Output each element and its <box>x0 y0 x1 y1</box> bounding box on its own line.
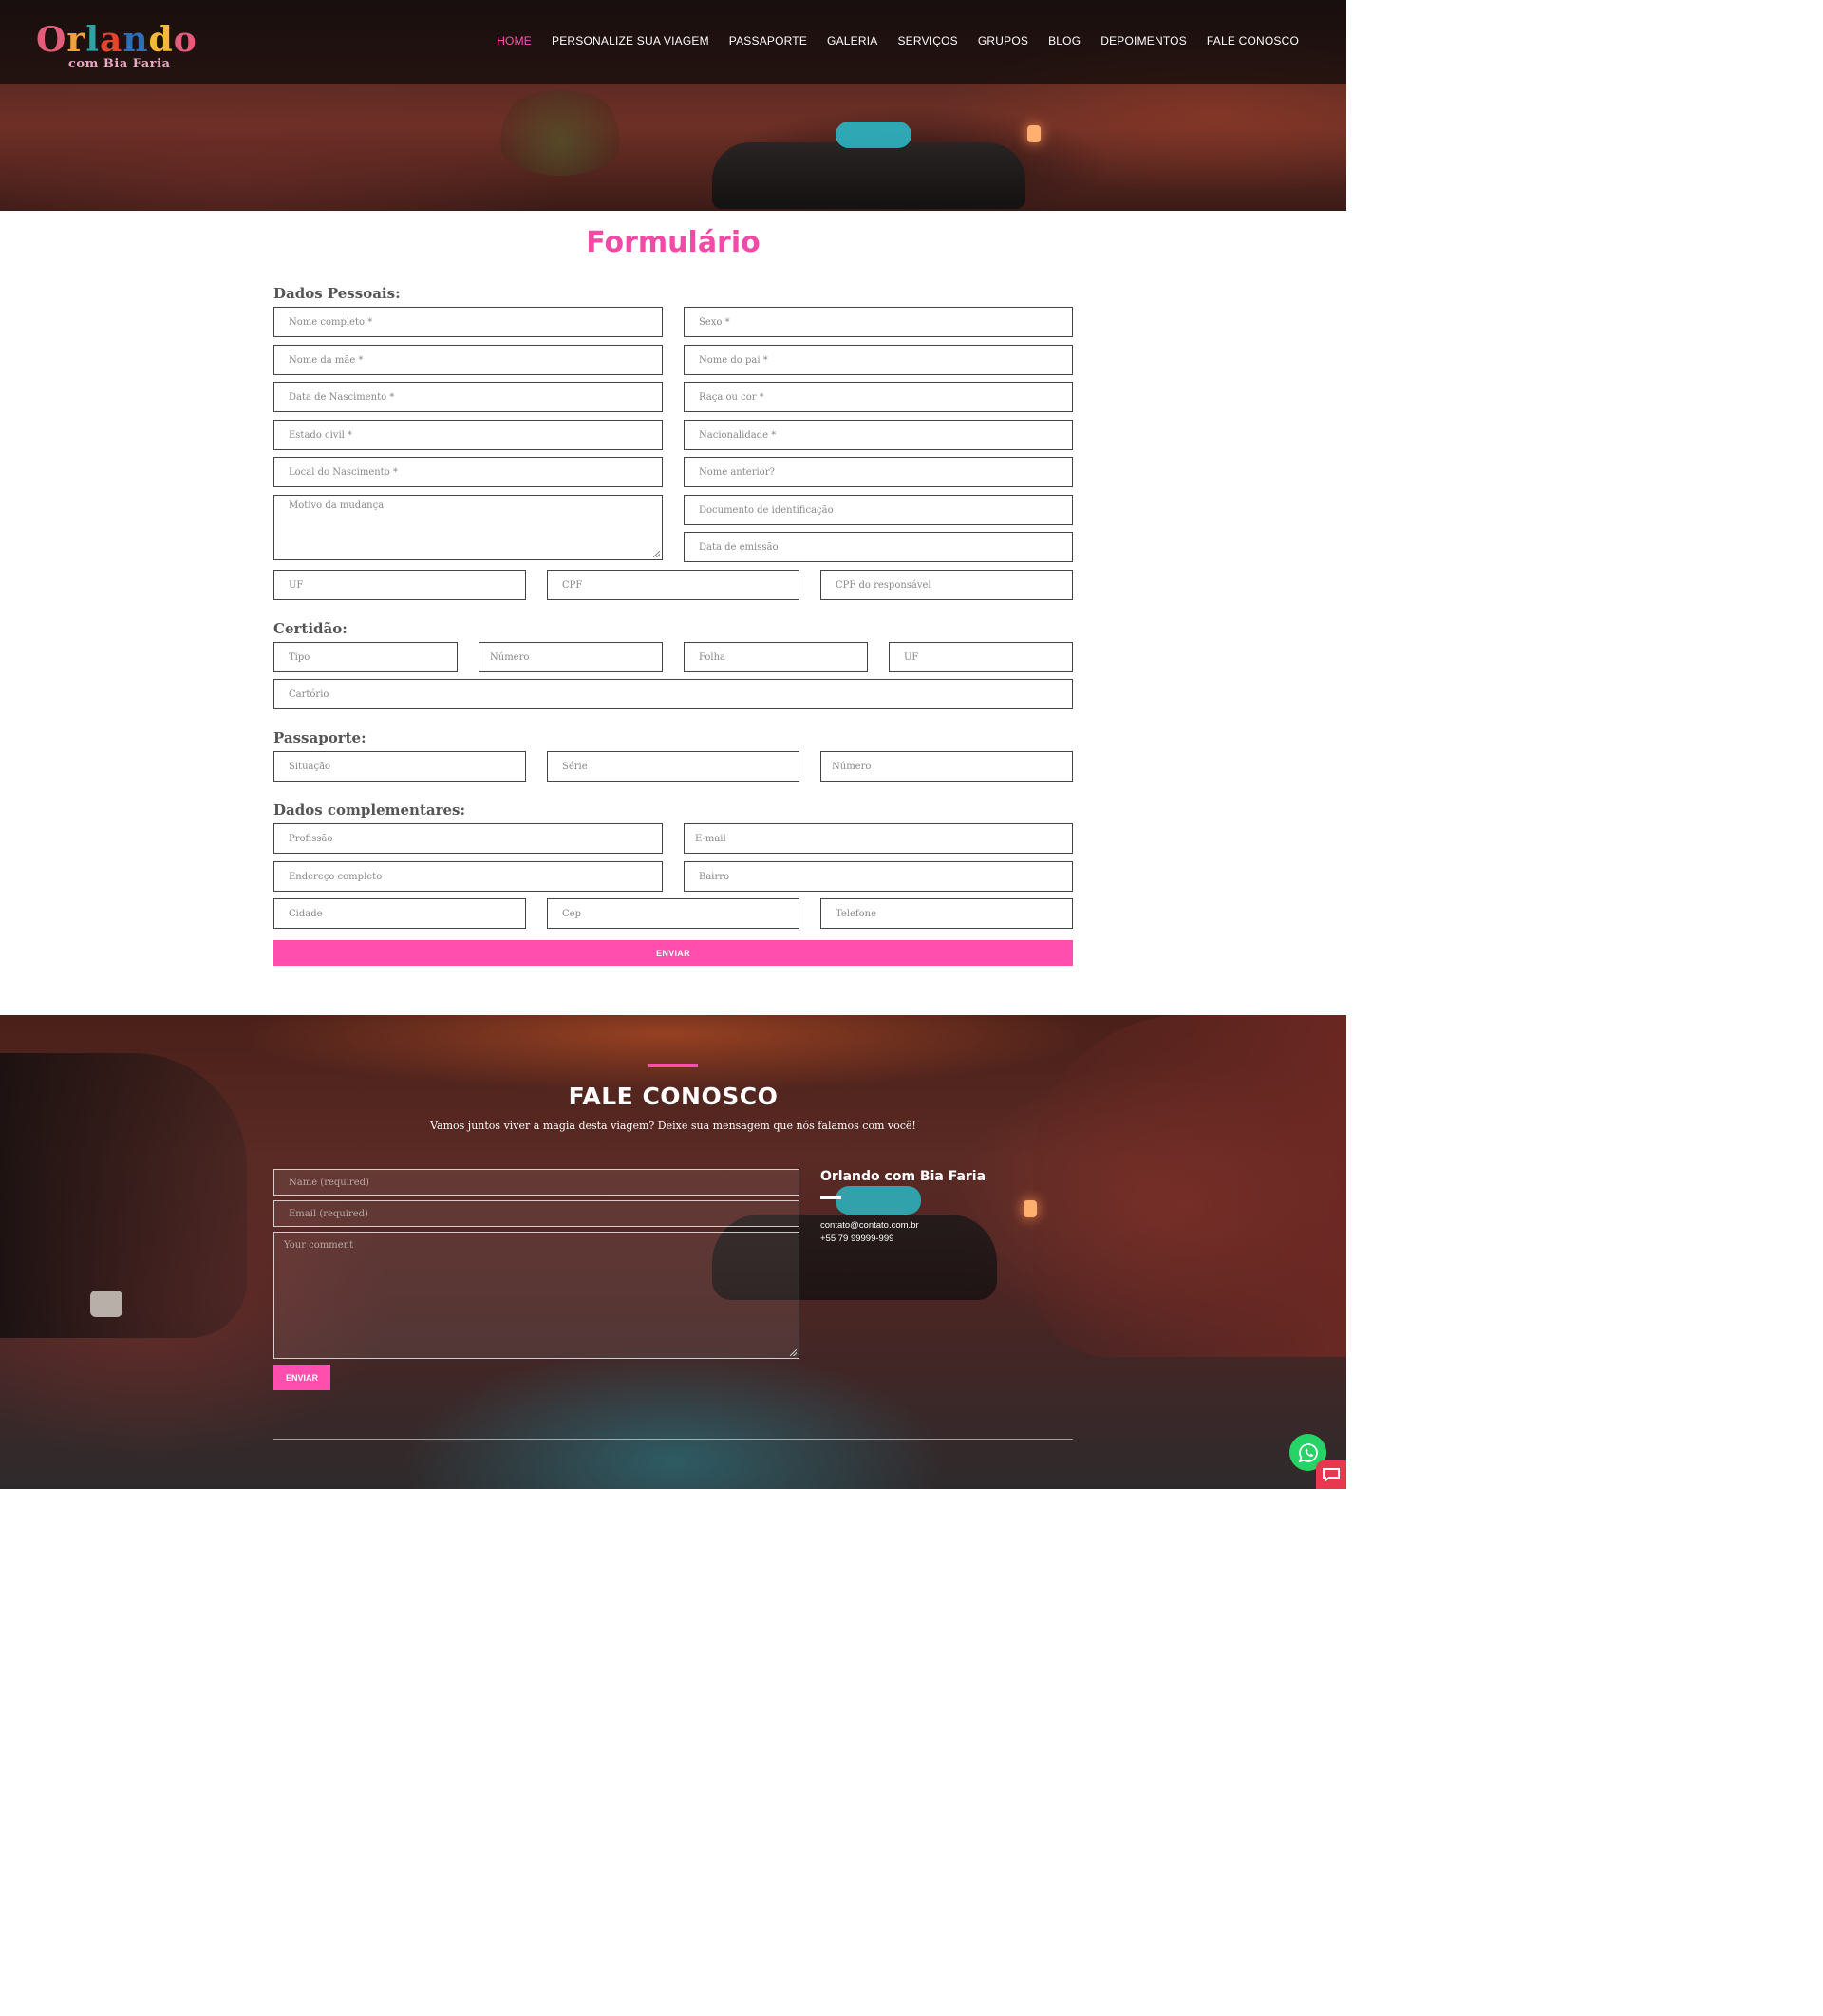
endereco-field[interactable]: Endereço completo <box>273 861 663 892</box>
nome-anterior-field[interactable]: Nome anterior? <box>684 457 1073 487</box>
nav-servicos[interactable]: SERVIÇOS <box>897 34 957 47</box>
contact-title: FALE CONOSCO <box>568 1083 779 1110</box>
sexo-field[interactable]: Sexo * <box>684 307 1073 337</box>
cep-field[interactable]: Cep <box>547 898 799 929</box>
logo-letter: a <box>100 20 123 60</box>
footer-cloth <box>836 1186 921 1215</box>
hero-cloth <box>836 122 912 148</box>
contact-comment-textarea[interactable]: Your comment <box>273 1232 799 1359</box>
site-logo[interactable]: Orlando com Bia Faria <box>36 19 197 72</box>
section-dados-complementares: Dados complementares: <box>273 801 466 819</box>
nome-completo-field[interactable]: Nome completo * <box>273 307 663 337</box>
estado-civil-field[interactable]: Estado civil * <box>273 420 663 450</box>
nome-mae-field[interactable]: Nome da mãe * <box>273 345 663 375</box>
logo-letter: d <box>148 20 174 60</box>
passaporte-situacao-field[interactable]: Situação <box>273 751 526 782</box>
nav-grupos[interactable]: GRUPOS <box>978 34 1028 47</box>
bairro-field[interactable]: Bairro <box>684 861 1073 892</box>
cartorio-field[interactable]: Cartório <box>273 679 1073 709</box>
nav-blog[interactable]: BLOG <box>1048 34 1081 47</box>
certidao-uf-field[interactable]: UF <box>889 642 1073 672</box>
section-certidao: Certidão: <box>273 620 348 637</box>
nav-home[interactable]: HOME <box>497 34 532 47</box>
certidao-tipo-field[interactable]: Tipo <box>273 642 458 672</box>
local-nascimento-field[interactable]: Local do Nascimento * <box>273 457 663 487</box>
certidao-numero-field[interactable]: Número <box>479 642 663 672</box>
section-passaporte: Passaporte: <box>273 729 366 746</box>
chat-widget-button[interactable] <box>1316 1460 1346 1489</box>
nav-personalize[interactable]: PERSONALIZE SUA VIAGEM <box>552 34 709 47</box>
passaporte-numero-field[interactable]: Número <box>820 751 1073 782</box>
passaporte-serie-field[interactable]: Série <box>547 751 799 782</box>
whatsapp-icon <box>1298 1442 1318 1462</box>
logo-letter: r <box>66 20 86 60</box>
enviar-button[interactable]: ENVIAR <box>273 940 1073 966</box>
logo-letter: O <box>36 20 67 60</box>
hero-shrub <box>494 90 627 176</box>
nav-depoimentos[interactable]: DEPOIMENTOS <box>1100 34 1187 47</box>
footer-lamp <box>1024 1200 1037 1217</box>
telefone-field[interactable]: Telefone <box>820 898 1073 929</box>
motivo-mudanca-textarea[interactable]: Motivo da mudança <box>273 495 663 560</box>
contact-info-title: Orlando com Bia Faria <box>820 1169 987 1184</box>
email-field[interactable]: E-mail <box>684 823 1073 854</box>
raca-cor-field[interactable]: Raça ou cor * <box>684 382 1073 412</box>
profissao-field[interactable]: Profissão <box>273 823 663 854</box>
contact-email-link[interactable]: contato@contato.com.br <box>820 1220 919 1231</box>
contact-phone: +55 79 99999-999 <box>820 1234 894 1244</box>
contact-info-divider <box>820 1196 841 1199</box>
logo-letter: n <box>122 20 149 60</box>
navbar: Orlando com Bia Faria HOME PERSONALIZE S… <box>0 0 1346 84</box>
contact-email-input[interactable]: Email (required) <box>273 1200 799 1227</box>
contact-enviar-button[interactable]: ENVIAR <box>273 1365 330 1390</box>
contact-title-accent <box>648 1064 698 1067</box>
nacionalidade-field[interactable]: Nacionalidade * <box>684 420 1073 450</box>
nome-pai-field[interactable]: Nome do pai * <box>684 345 1073 375</box>
data-nascimento-field[interactable]: Data de Nascimento * <box>273 382 663 412</box>
hero-log <box>712 142 1025 209</box>
nav-fale-conosco[interactable]: FALE CONOSCO <box>1207 34 1299 47</box>
logo-subtitle: com Bia Faria <box>68 57 171 71</box>
section-dados-pessoais: Dados Pessoais: <box>273 285 401 302</box>
certidao-folha-field[interactable]: Folha <box>684 642 868 672</box>
cidade-field[interactable]: Cidade <box>273 898 526 929</box>
page-title: Formulário <box>586 226 761 259</box>
footer-rock-right <box>1033 1015 1346 1357</box>
cpf-responsavel-field[interactable]: CPF do responsável <box>820 570 1073 600</box>
contact-name-input[interactable]: Name (required) <box>273 1169 799 1196</box>
chat-icon <box>1323 1468 1340 1482</box>
contact-subtitle: Vamos juntos viver a magia desta viagem?… <box>430 1120 916 1132</box>
logo-wordmark: Orlando <box>36 19 197 61</box>
data-emissao-field[interactable]: Data de emissão <box>684 532 1073 562</box>
nav-galeria[interactable]: GALERIA <box>827 34 877 47</box>
cpf-field[interactable]: CPF <box>547 570 799 600</box>
nav-passaporte[interactable]: PASSAPORTE <box>729 34 807 47</box>
documento-field[interactable]: Documento de identificação <box>684 495 1073 525</box>
uf-field[interactable]: UF <box>273 570 526 600</box>
hero-lamp <box>1027 125 1041 142</box>
logo-letter: o <box>173 20 197 60</box>
footer-pot <box>90 1291 122 1317</box>
main-nav: HOME PERSONALIZE SUA VIAGEM PASSAPORTE G… <box>497 34 1299 47</box>
logo-letter: l <box>85 20 101 60</box>
footer-divider <box>273 1439 1073 1440</box>
